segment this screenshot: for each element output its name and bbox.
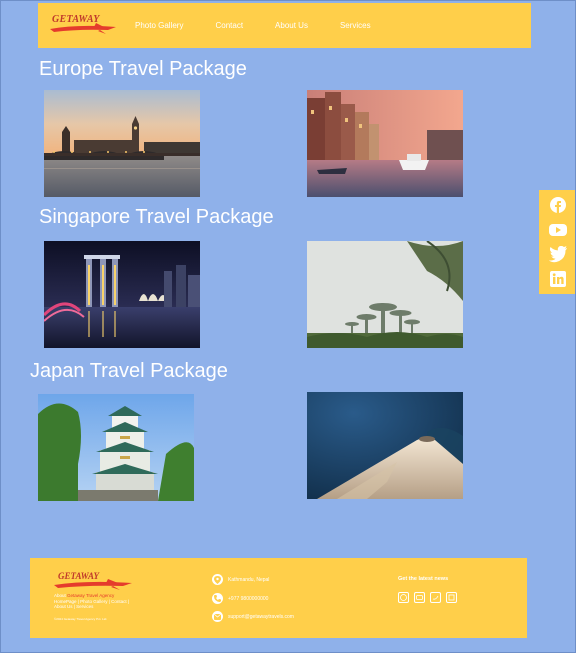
photo-london xyxy=(44,90,200,197)
section-title-japan: Japan Travel Package xyxy=(30,360,228,382)
footer-copyright: ©2024 Getaway Travel Agency Pvt. Ltd. xyxy=(54,617,108,621)
nav-link-photo-gallery[interactable]: Photo Gallery xyxy=(135,21,183,30)
nav-link-contact[interactable]: Contact xyxy=(215,21,243,30)
footer-youtube-icon[interactable] xyxy=(414,592,425,603)
footer-email: support@getawaytravels.com xyxy=(212,611,294,622)
footer-about-prefix: About xyxy=(54,593,66,598)
photo-gardens-by-the-bay xyxy=(307,241,463,348)
twitter-icon[interactable] xyxy=(548,244,568,264)
section-title-singapore: Singapore Travel Package xyxy=(39,206,274,228)
footer-phone: +977 9800000000 xyxy=(212,593,268,604)
photo-marina-bay xyxy=(44,241,200,348)
nav-links: Photo Gallery Contact About Us Services xyxy=(135,3,403,48)
nav-link-about-us[interactable]: About Us xyxy=(275,21,308,30)
linkedin-icon[interactable] xyxy=(548,269,568,289)
footer-social-icons xyxy=(398,592,462,603)
photo-mount-fuji xyxy=(307,392,463,499)
phone-icon xyxy=(212,593,223,604)
footer-brand[interactable]: Getaway Travel Agency xyxy=(67,593,114,598)
footer-facebook-icon[interactable] xyxy=(398,592,409,603)
facebook-icon[interactable] xyxy=(548,195,568,215)
footer-twitter-icon[interactable] xyxy=(430,592,441,603)
social-sidebar xyxy=(539,190,576,294)
footer-links-line2[interactable]: About Us | Services xyxy=(54,604,93,609)
footer-address: Kathmandu, Nepal xyxy=(212,574,269,585)
footer-phone-text[interactable]: +977 9800000000 xyxy=(228,596,268,602)
photo-venice xyxy=(307,90,463,197)
navbar: GETAWAY Photo Gallery Contact About Us S… xyxy=(38,3,531,48)
location-icon xyxy=(212,574,223,585)
footer: GETAWAY About Getaway Travel Agency Home… xyxy=(30,558,527,638)
photo-osaka-castle xyxy=(38,394,194,501)
footer-links-line1[interactable]: HomePage | Photo Gallery | Contact | xyxy=(54,599,129,604)
section-title-europe: Europe Travel Package xyxy=(39,58,247,80)
email-icon xyxy=(212,611,223,622)
youtube-icon[interactable] xyxy=(548,220,568,240)
footer-linkedin-icon[interactable] xyxy=(446,592,457,603)
footer-address-text: Kathmandu, Nepal xyxy=(228,576,270,583)
footer-email-text[interactable]: support@getawaytravels.com xyxy=(228,614,294,620)
brand-logo[interactable]: GETAWAY xyxy=(48,14,118,38)
footer-logo[interactable]: GETAWAY xyxy=(52,571,134,593)
footer-news-title: Get the latest news xyxy=(398,576,449,582)
footer-about: About Getaway Travel Agency HomePage | P… xyxy=(54,593,164,610)
nav-link-services[interactable]: Services xyxy=(340,21,371,30)
